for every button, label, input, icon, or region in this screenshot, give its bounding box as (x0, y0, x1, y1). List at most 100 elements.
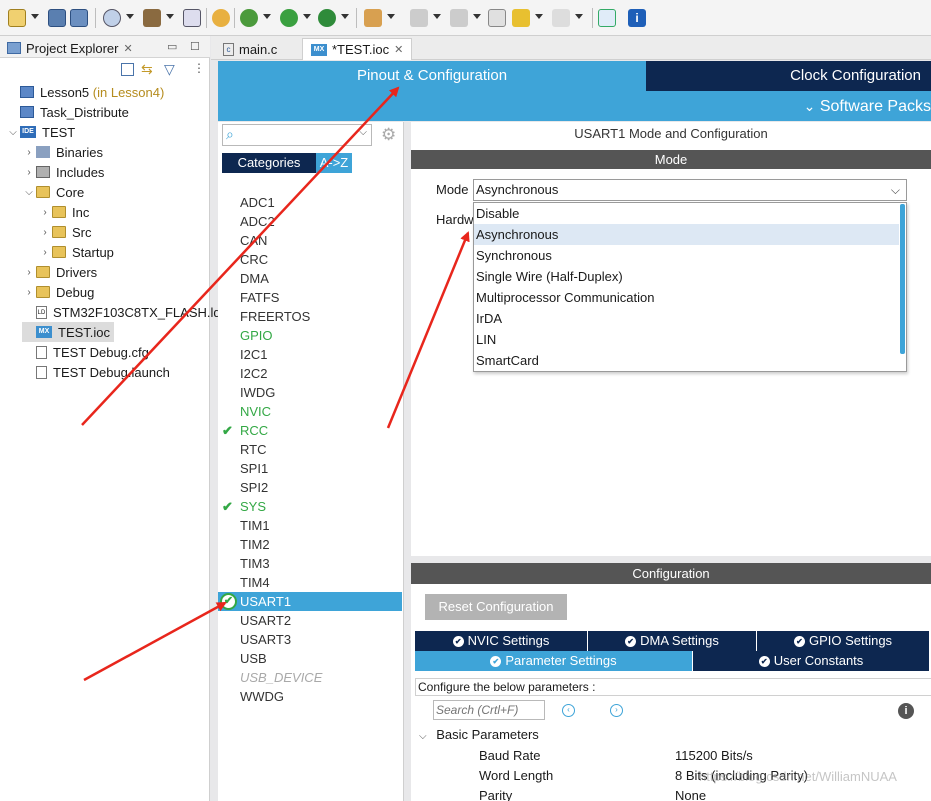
peripheral-item-freertos[interactable]: FREERTOS (218, 307, 402, 326)
chevron-right-icon[interactable]: › (22, 147, 36, 158)
chevron-down-icon[interactable]: ⌵ (359, 127, 367, 138)
run-icon[interactable] (280, 9, 298, 27)
peripheral-item-fatfs[interactable]: FATFS (218, 288, 402, 307)
tree-item-binaries[interactable]: › Binaries (22, 142, 103, 162)
peripheral-item-nvic[interactable]: NVIC (218, 402, 402, 421)
external-dropdown-arrow[interactable] (341, 14, 349, 19)
param-value-parity[interactable]: None (675, 788, 706, 801)
peripheral-item-crc[interactable]: CRC (218, 250, 402, 269)
peripheral-item-usart2[interactable]: USART2 (218, 611, 402, 630)
reset-configuration-button[interactable]: Reset Configuration (425, 594, 567, 620)
peripheral-item-tim4[interactable]: TIM4 (218, 573, 402, 592)
project-explorer-tab[interactable]: Project Explorer ✕ (3, 38, 137, 58)
tree-item-lesson5[interactable]: Lesson5 (in Lesson4) (6, 82, 164, 102)
tree-item-debug-cfg[interactable]: TEST Debug.cfg (22, 342, 149, 362)
build-dropdown-arrow[interactable] (166, 14, 174, 19)
mode-option-synchronous[interactable]: Synchronous (474, 245, 899, 266)
collapse-all-icon[interactable] (121, 63, 134, 76)
tab-a-z[interactable]: A->Z (316, 153, 352, 173)
new-icon[interactable] (8, 9, 26, 27)
last-edit-icon[interactable] (488, 9, 506, 27)
tab-main-c[interactable]: c main.c (215, 38, 285, 60)
search-previous-icon[interactable]: ‹ (562, 704, 575, 717)
peripheral-item-rcc[interactable]: ✔ RCC (218, 421, 402, 440)
tree-item-debug-launch[interactable]: TEST Debug.launch (22, 362, 170, 382)
tree-item-test-ioc[interactable]: MX TEST.ioc (22, 322, 115, 342)
peripheral-item-spi1[interactable]: SPI1 (218, 459, 402, 478)
chevron-right-icon[interactable]: › (38, 247, 52, 258)
gear-icon[interactable]: ⚙ (381, 125, 396, 145)
search-next-icon[interactable]: › (610, 704, 623, 717)
peripheral-item-usart1[interactable]: ✔ USART1 (218, 592, 402, 611)
back-icon[interactable] (512, 9, 530, 27)
annotation-dropdown-arrow[interactable] (433, 14, 441, 19)
info-icon[interactable]: i (898, 703, 914, 719)
peripheral-item-adc1[interactable]: ADC1 (218, 193, 402, 212)
tree-item-debug[interactable]: › Debug (22, 282, 94, 302)
close-icon[interactable]: ✕ (123, 42, 132, 55)
tab-gpio-settings[interactable]: ✔ GPIO Settings (757, 631, 929, 651)
run-dropdown-arrow[interactable] (303, 14, 311, 19)
software-packs-menu[interactable]: ⌄ Software Packs (218, 91, 931, 121)
peripheral-item-adc2[interactable]: ADC2 (218, 212, 402, 231)
peripheral-item-sys[interactable]: ✔ SYS (218, 497, 402, 516)
maximize-icon[interactable]: ☐ (190, 40, 200, 53)
peripheral-item-spi2[interactable]: SPI2 (218, 478, 402, 497)
peripheral-item-usb-device[interactable]: USB_DEVICE (218, 668, 402, 687)
mode-option-disable[interactable]: Disable (474, 203, 899, 224)
new-dropdown-arrow[interactable] (31, 14, 39, 19)
debug-dropdown-arrow[interactable] (263, 14, 271, 19)
tab-user-constants[interactable]: ✔ User Constants (693, 651, 929, 671)
peripheral-item-i2c1[interactable]: I2C1 (218, 345, 402, 364)
debug-icon[interactable] (240, 9, 258, 27)
tab-categories[interactable]: Categories (222, 153, 316, 173)
chevron-right-icon[interactable]: › (22, 287, 36, 298)
peripheral-item-iwdg[interactable]: IWDG (218, 383, 402, 402)
param-value-baud-rate[interactable]: 115200 Bits/s (675, 748, 753, 763)
settings-icon[interactable] (103, 9, 121, 27)
dropdown-scrollbar[interactable] (900, 204, 905, 354)
peripheral-item-usb[interactable]: USB (218, 649, 402, 668)
open-perspective-icon[interactable] (598, 9, 616, 27)
mode-option-single-wire[interactable]: Single Wire (Half-Duplex) (474, 266, 899, 287)
peripheral-item-wwdg[interactable]: WWDG (218, 687, 402, 706)
chevron-down-icon[interactable]: ⌵ (6, 127, 20, 138)
tree-item-includes[interactable]: › Includes (22, 162, 104, 182)
peripheral-item-i2c2[interactable]: I2C2 (218, 364, 402, 383)
basic-parameters-group[interactable]: ⌵ Basic Parameters (419, 727, 539, 742)
tab-parameter-settings[interactable]: ✔ Parameter Settings (415, 651, 692, 671)
tab-dma-settings[interactable]: ✔ DMA Settings (588, 631, 756, 651)
tab-pinout-configuration[interactable]: Pinout & Configuration (218, 61, 646, 91)
tree-item-task-distribute[interactable]: Task_Distribute (6, 102, 129, 122)
peripheral-item-usart3[interactable]: USART3 (218, 630, 402, 649)
chevron-down-icon[interactable]: ⌵ (22, 187, 36, 198)
mode-option-lin[interactable]: LIN (474, 329, 899, 350)
filter-icon[interactable]: ▽ (164, 61, 175, 78)
link-editor-icon[interactable]: ⇆ (141, 61, 153, 78)
tree-item-test[interactable]: ⌵ IDE TEST (6, 122, 75, 142)
tree-item-flash-ld[interactable]: LD STM32F103C8TX_FLASH.ld (22, 302, 221, 322)
settings-dropdown-arrow[interactable] (126, 14, 134, 19)
binary-icon[interactable] (183, 9, 201, 27)
minimize-icon[interactable]: ▭ (167, 40, 177, 53)
link-dropdown-arrow[interactable] (387, 14, 395, 19)
forward-icon[interactable] (552, 9, 570, 27)
tree-item-src[interactable]: › Src (38, 222, 91, 242)
chevron-down-icon[interactable]: ⌵ (419, 731, 427, 742)
peripheral-item-can[interactable]: CAN (218, 231, 402, 250)
tree-item-inc[interactable]: › Inc (38, 202, 89, 222)
mode-select[interactable]: Asynchronous ⌵ (473, 179, 907, 201)
annotation-icon[interactable] (410, 9, 428, 27)
hand-icon[interactable] (212, 9, 230, 27)
mode-option-multiprocessor[interactable]: Multiprocessor Communication (474, 287, 899, 308)
annotation-prev-icon[interactable] (450, 9, 468, 27)
build-icon[interactable] (143, 9, 161, 27)
info-icon[interactable]: i (628, 9, 646, 27)
chevron-right-icon[interactable]: › (38, 207, 52, 218)
peripheral-item-dma[interactable]: DMA (218, 269, 402, 288)
tree-item-drivers[interactable]: › Drivers (22, 262, 97, 282)
tab-clock-configuration[interactable]: Clock Configuration (646, 61, 931, 91)
peripheral-item-tim2[interactable]: TIM2 (218, 535, 402, 554)
tab-nvic-settings[interactable]: ✔ NVIC Settings (415, 631, 587, 651)
peripheral-item-tim1[interactable]: TIM1 (218, 516, 402, 535)
